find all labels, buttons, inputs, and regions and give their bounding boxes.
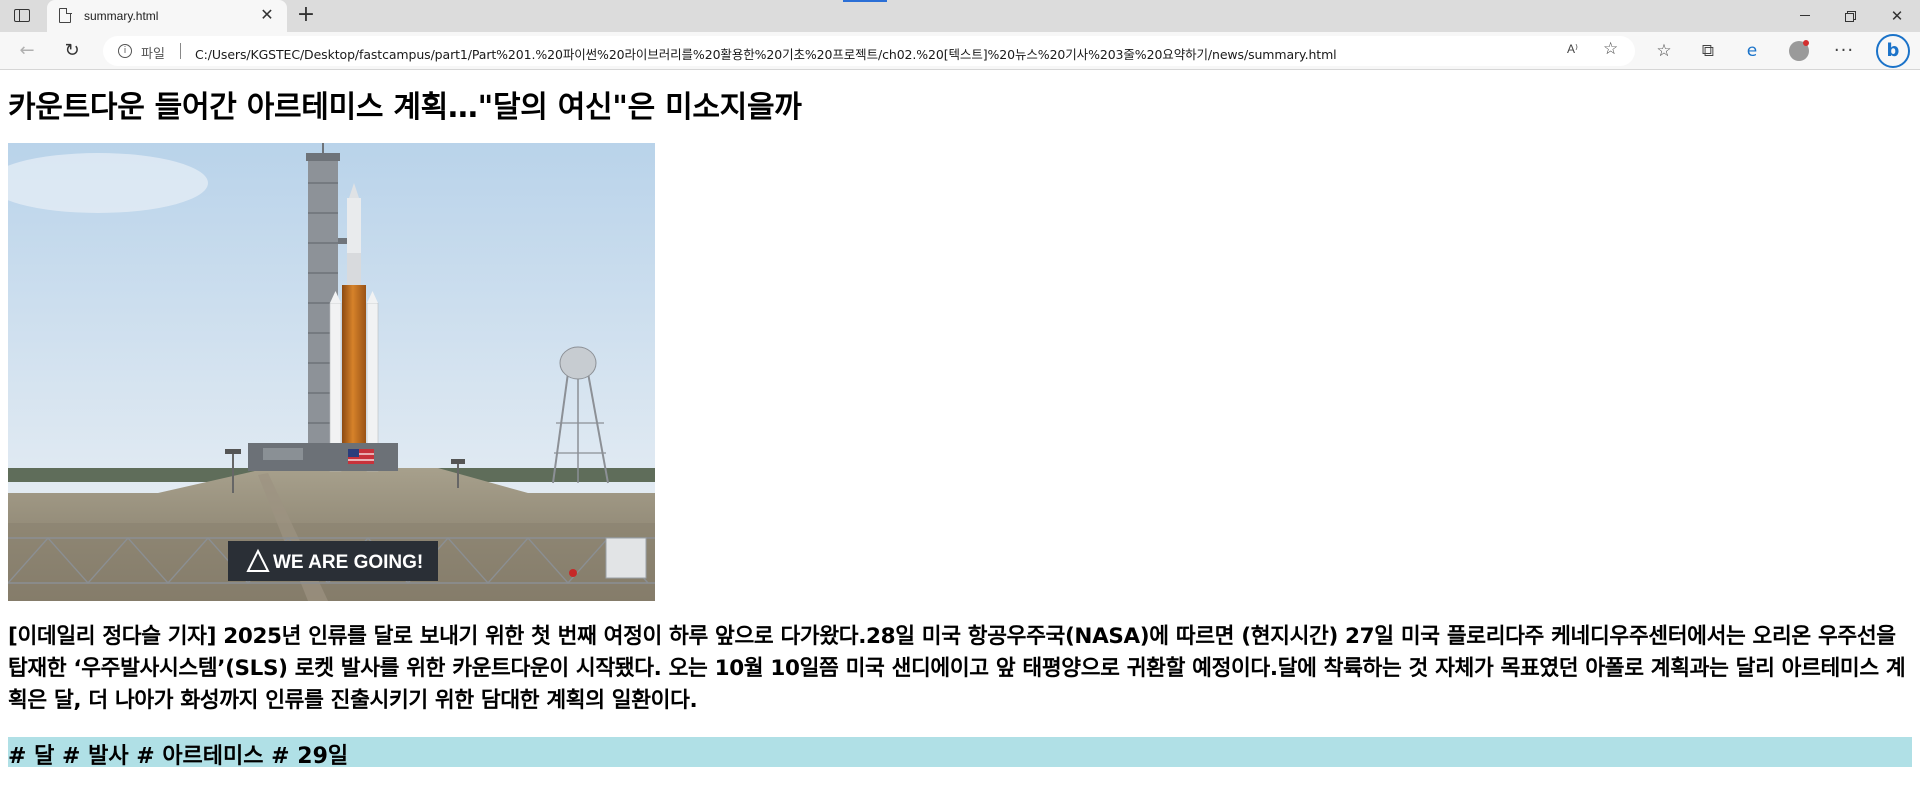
minimize-button[interactable] — [1782, 0, 1828, 32]
more-menu-icon[interactable]: ··· — [1830, 37, 1858, 65]
tab-strip: summary.html ✕ + ✕ — [0, 0, 1920, 32]
browser-toolbar: ← ↻ i 파일 C:/Users/KGSTEC/Desktop/fastcam… — [0, 32, 1920, 70]
new-tab-button[interactable]: + — [294, 4, 318, 28]
tab-title: summary.html — [84, 9, 159, 23]
minimize-icon — [1800, 15, 1810, 16]
info-icon[interactable]: i — [118, 44, 132, 58]
collections-icon[interactable]: ⧉ — [1694, 37, 1722, 65]
restore-button[interactable] — [1828, 0, 1874, 32]
profile-button[interactable] — [1784, 37, 1812, 65]
page-content: 카운트다운 들어간 아르테미스 계획…"달의 여신"은 미소지을까 WE ARE… — [0, 71, 1920, 808]
article-tags: # 달 # 발사 # 아르테미스 # 29일 — [8, 744, 349, 769]
notification-dot — [1803, 40, 1809, 46]
tab-summary[interactable]: summary.html ✕ — [47, 0, 287, 32]
close-tab-icon[interactable]: ✕ — [257, 5, 277, 25]
browser-essentials-icon[interactable]: e — [1738, 37, 1766, 65]
add-favorite-icon[interactable]: ☆ — [1603, 39, 1618, 59]
address-bar[interactable]: i 파일 C:/Users/KGSTEC/Desktop/fastcampus/… — [103, 36, 1635, 66]
article-body: [이데일리 정다슬 기자] 2025년 인류를 달로 보내기 위한 첫 번째 여… — [8, 624, 1906, 713]
url-text[interactable]: C:/Users/KGSTEC/Desktop/fastcampus/part1… — [195, 44, 1337, 63]
bing-copilot-icon[interactable]: b — [1876, 34, 1910, 68]
rocket-launchpad-illustration: WE ARE GOING! — [8, 143, 655, 601]
scheme-label: 파일 — [141, 47, 165, 62]
tags-bar: # 달 # 발사 # 아르테미스 # 29일 — [8, 737, 1912, 769]
document-icon — [59, 7, 72, 23]
banner-text: WE ARE GOING! — [273, 552, 423, 573]
back-button[interactable]: ← — [13, 38, 41, 64]
reload-button[interactable]: ↻ — [58, 38, 86, 64]
address-divider — [180, 43, 181, 59]
loading-indicator — [843, 0, 887, 2]
article-title: 카운트다운 들어간 아르테미스 계획…"달의 여신"은 미소지을까 — [8, 90, 802, 125]
close-window-button[interactable]: ✕ — [1874, 0, 1920, 32]
favorites-icon[interactable]: ☆ — [1650, 37, 1678, 65]
article-photo: WE ARE GOING! — [8, 143, 655, 601]
read-aloud-icon[interactable]: A⁾ — [1567, 42, 1578, 56]
tab-actions-icon[interactable] — [14, 9, 30, 22]
